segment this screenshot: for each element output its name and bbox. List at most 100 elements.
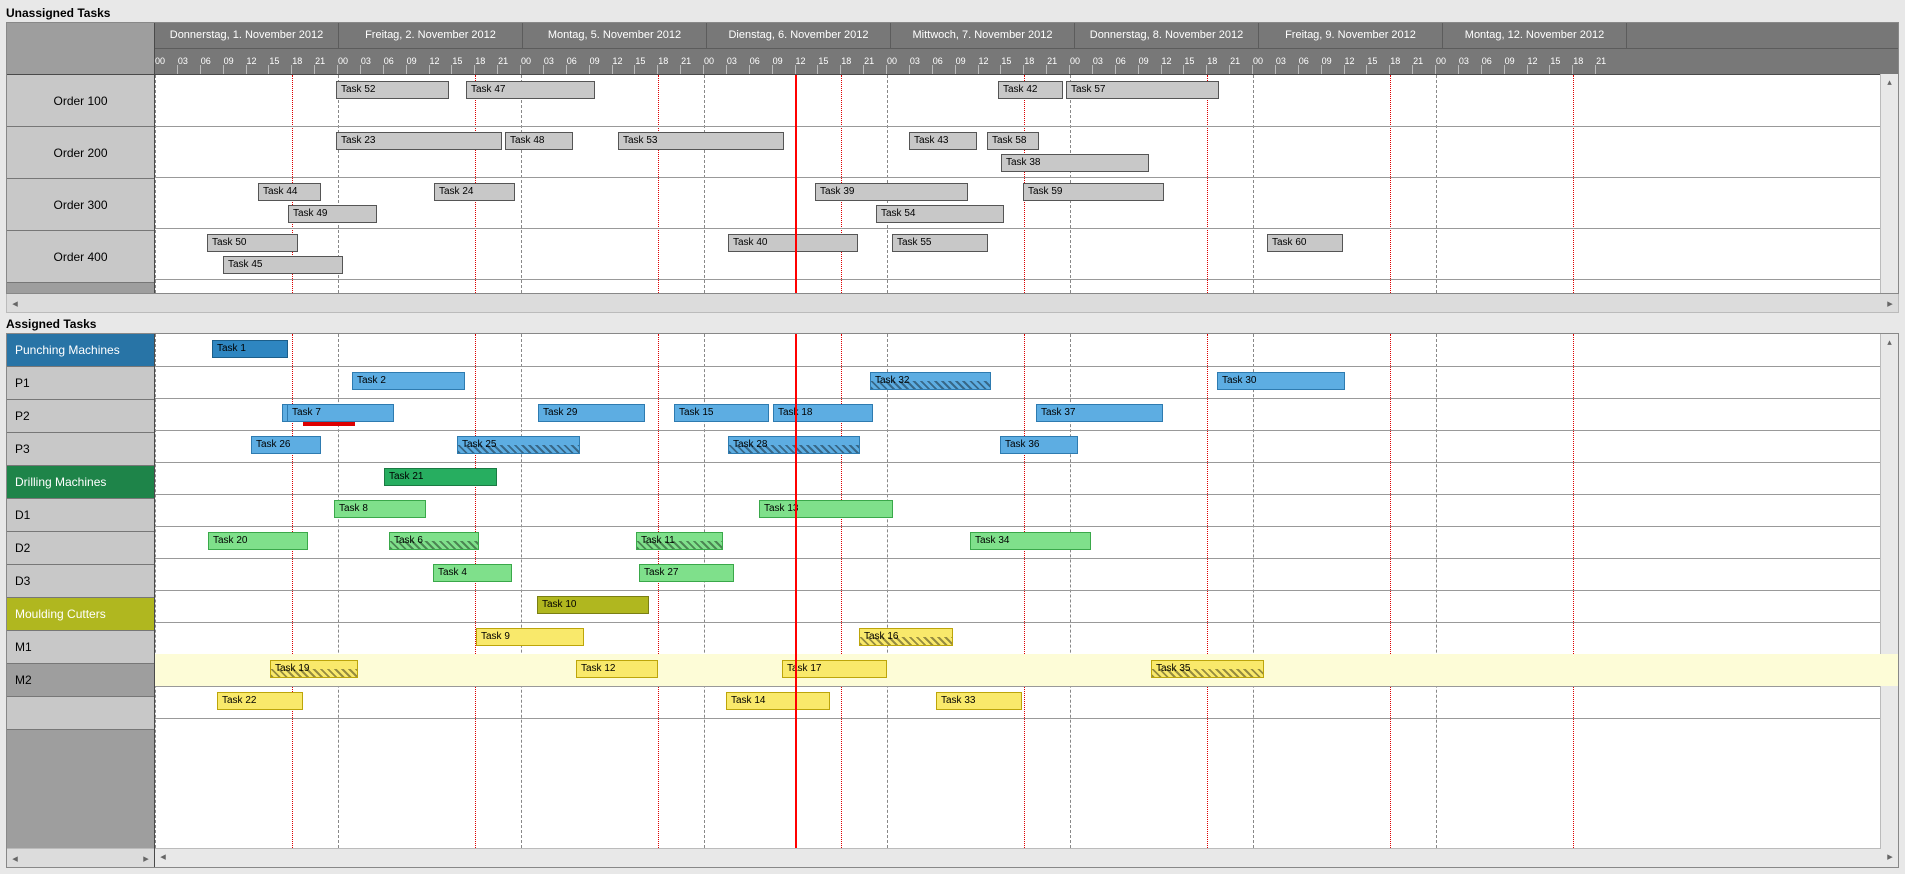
assigned-task[interactable]: Task 19 [270, 660, 358, 678]
hour-tick: 18 [292, 49, 302, 74]
hour-tick: 12 [247, 49, 257, 74]
resource-row-header[interactable] [7, 697, 154, 730]
hour-tick: 06 [933, 49, 943, 74]
unassigned-task[interactable]: Task 58 [987, 132, 1039, 150]
hour-tick: 06 [201, 49, 211, 74]
corner-blank [7, 23, 154, 75]
unassigned-task[interactable]: Task 54 [876, 205, 1004, 223]
assigned-timeline[interactable]: Task 1Task 2Task 32Task 30Task 5Task 7Ta… [155, 334, 1898, 867]
resource-row-header[interactable]: D2 [7, 532, 154, 565]
resource-row-header[interactable]: P1 [7, 367, 154, 400]
assigned-task[interactable]: Task 12 [576, 660, 658, 678]
assigned-task[interactable]: Task 30 [1217, 372, 1345, 390]
day-header: Montag, 5. November 2012 [523, 23, 707, 48]
unassigned-task[interactable]: Task 50 [207, 234, 298, 252]
assigned-task[interactable]: Task 16 [859, 628, 953, 646]
scroll-up-icon[interactable]: ▴ [1881, 74, 1898, 90]
assigned-task[interactable]: Task 22 [217, 692, 303, 710]
order-row-header[interactable]: Order 300 [7, 179, 154, 231]
assigned-task[interactable]: Task 9 [476, 628, 584, 646]
resource-row-header[interactable]: D1 [7, 499, 154, 532]
assigned-task[interactable]: Task 37 [1036, 404, 1163, 422]
unassigned-task[interactable]: Task 55 [892, 234, 988, 252]
hour-tick: 06 [750, 49, 760, 74]
vscroll[interactable]: ▴ [1880, 334, 1898, 849]
time-header: Donnerstag, 1. November 2012Freitag, 2. … [155, 23, 1898, 75]
order-row-header[interactable]: Order 400 [7, 231, 154, 283]
hour-tick: 06 [1299, 49, 1309, 74]
day-header: Donnerstag, 8. November 2012 [1075, 23, 1259, 48]
unassigned-task[interactable]: Task 59 [1023, 183, 1164, 201]
resource-row-header[interactable]: M1 [7, 631, 154, 664]
unassigned-task[interactable]: Task 47 [466, 81, 595, 99]
assigned-task[interactable]: Task 18 [773, 404, 873, 422]
assigned-task[interactable]: Task 29 [538, 404, 645, 422]
unassigned-task[interactable]: Task 45 [223, 256, 343, 274]
unassigned-chart-area[interactable]: Task 52Task 47Task 42Task 57Task 23Task … [155, 75, 1898, 293]
assigned-task[interactable]: Task 10 [537, 596, 649, 614]
scroll-left-icon[interactable]: ◂ [7, 852, 23, 865]
assigned-task[interactable]: Task 36 [1000, 436, 1078, 454]
hscroll[interactable]: ◂ ▸ [155, 848, 1898, 867]
scroll-up-icon[interactable]: ▴ [1881, 334, 1898, 350]
assigned-task[interactable]: Task 13 [759, 500, 893, 518]
assigned-task[interactable]: Task 28 [728, 436, 860, 454]
assigned-task[interactable]: Task 15 [674, 404, 769, 422]
order-row-header[interactable]: Order 200 [7, 127, 154, 179]
scroll-left-icon[interactable]: ◂ [155, 849, 171, 867]
hour-tick: 09 [1139, 49, 1149, 74]
assigned-task[interactable]: Task 1 [212, 340, 288, 358]
unassigned-task[interactable]: Task 44 [258, 183, 321, 201]
resource-row-header[interactable]: P2 [7, 400, 154, 433]
vscroll[interactable]: ▴ [1880, 74, 1898, 293]
resource-row-header[interactable]: P3 [7, 433, 154, 466]
unassigned-task[interactable]: Task 53 [618, 132, 784, 150]
assigned-chart-area[interactable]: Task 1Task 2Task 32Task 30Task 5Task 7Ta… [155, 334, 1898, 848]
assigned-task[interactable]: Task 17 [782, 660, 887, 678]
resource-row-header[interactable]: Punching Machines [7, 334, 154, 367]
order-row-header[interactable]: Order 100 [7, 75, 154, 127]
assigned-task[interactable]: Task 4 [433, 564, 512, 582]
assigned-task[interactable]: Task 6 [389, 532, 479, 550]
unassigned-task[interactable]: Task 40 [728, 234, 858, 252]
assigned-task[interactable]: Task 20 [208, 532, 308, 550]
unassigned-task[interactable]: Task 52 [336, 81, 449, 99]
assigned-task[interactable]: Task 21 [384, 468, 497, 486]
assigned-row-headers: Punching MachinesP1P2P3Drilling Machines… [7, 334, 155, 867]
assigned-task[interactable]: Task 8 [334, 500, 426, 518]
assigned-task[interactable]: Task 26 [251, 436, 321, 454]
unassigned-task[interactable]: Task 43 [909, 132, 977, 150]
resource-row-header[interactable]: D3 [7, 565, 154, 598]
hour-tick: 12 [796, 49, 806, 74]
hour-tick: 06 [384, 49, 394, 74]
unassigned-timeline[interactable]: Donnerstag, 1. November 2012Freitag, 2. … [155, 23, 1898, 293]
scroll-right-icon[interactable]: ▸ [1882, 297, 1898, 310]
resource-row-header[interactable]: M2 [7, 664, 154, 697]
assigned-task[interactable]: Task 27 [639, 564, 734, 582]
unassigned-task[interactable]: Task 49 [288, 205, 377, 223]
assigned-task[interactable]: Task 7 [287, 404, 394, 422]
scroll-left-icon[interactable]: ◂ [7, 297, 23, 310]
resource-row-header[interactable]: Moulding Cutters [7, 598, 154, 631]
assigned-task[interactable]: Task 2 [352, 372, 465, 390]
left-hscroll[interactable]: ◂ ▸ [6, 294, 1899, 313]
unassigned-task[interactable]: Task 48 [505, 132, 573, 150]
scroll-right-icon[interactable]: ▸ [138, 852, 154, 865]
assigned-task[interactable]: Task 34 [970, 532, 1091, 550]
unassigned-task[interactable]: Task 39 [815, 183, 968, 201]
unassigned-task[interactable]: Task 23 [336, 132, 502, 150]
scroll-right-icon[interactable]: ▸ [1882, 849, 1898, 867]
unassigned-task[interactable]: Task 60 [1267, 234, 1343, 252]
unassigned-task[interactable]: Task 38 [1001, 154, 1149, 172]
assigned-task[interactable]: Task 25 [457, 436, 580, 454]
left-hscroll-bottom[interactable]: ◂ ▸ [7, 848, 154, 867]
assigned-task[interactable]: Task 11 [636, 532, 723, 550]
unassigned-task[interactable]: Task 57 [1066, 81, 1219, 99]
resource-row-header[interactable]: Drilling Machines [7, 466, 154, 499]
unassigned-task[interactable]: Task 24 [434, 183, 515, 201]
unassigned-task[interactable]: Task 42 [998, 81, 1063, 99]
assigned-task[interactable]: Task 35 [1151, 660, 1264, 678]
assigned-task[interactable]: Task 33 [936, 692, 1022, 710]
assigned-task[interactable]: Task 32 [870, 372, 991, 390]
assigned-task[interactable]: Task 14 [726, 692, 830, 710]
